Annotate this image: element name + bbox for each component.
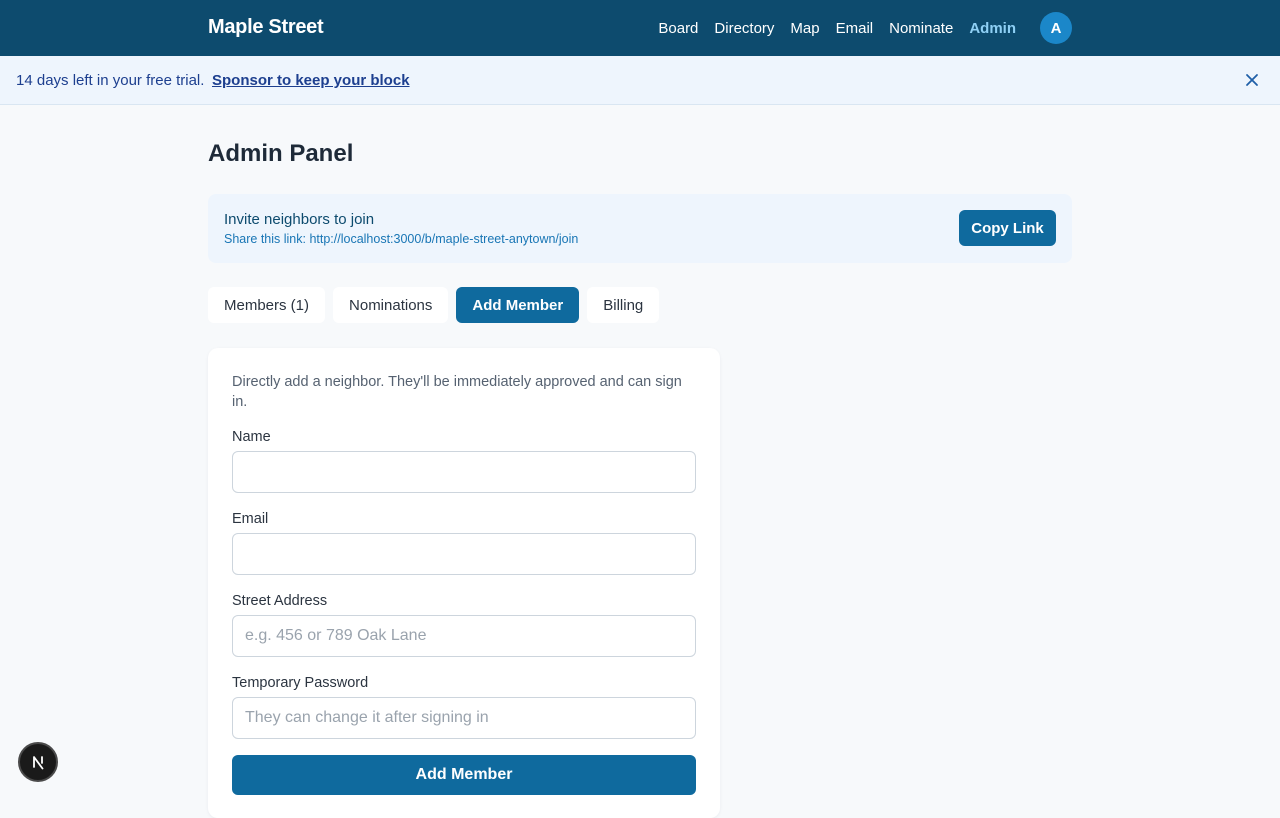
page-title: Admin Panel bbox=[208, 140, 354, 167]
nav-nominate[interactable]: Nominate bbox=[889, 20, 953, 37]
temp-password-field[interactable] bbox=[232, 697, 696, 739]
nextjs-logo-icon[interactable] bbox=[18, 742, 58, 782]
trial-message: 14 days left in your free trial. bbox=[16, 72, 205, 89]
brand-logo[interactable]: Maple Street bbox=[208, 16, 324, 39]
nav-board[interactable]: Board bbox=[658, 20, 698, 37]
invite-title: Invite neighbors to join bbox=[224, 211, 375, 228]
add-member-form: Directly add a neighbor. They'll be imme… bbox=[208, 348, 720, 818]
street-address-field[interactable] bbox=[232, 615, 696, 657]
user-avatar[interactable]: A bbox=[1040, 12, 1072, 44]
name-label: Name bbox=[232, 429, 271, 445]
temp-password-label: Temporary Password bbox=[232, 675, 369, 691]
nav-admin[interactable]: Admin bbox=[969, 20, 1016, 37]
street-address-label: Street Address bbox=[232, 593, 328, 609]
tab-add-member[interactable]: Add Member bbox=[456, 287, 580, 323]
top-navbar: Maple Street Board Directory Map Email N… bbox=[0, 0, 1280, 56]
add-member-submit-button[interactable]: Add Member bbox=[232, 755, 696, 795]
email-field[interactable] bbox=[232, 533, 696, 575]
invite-share-link: Share this link: http://localhost:3000/b… bbox=[224, 232, 579, 246]
tab-members[interactable]: Members (1) bbox=[208, 287, 326, 323]
email-label: Email bbox=[232, 511, 269, 527]
sponsor-link[interactable]: Sponsor to keep your block bbox=[212, 72, 410, 89]
copy-link-button[interactable]: Copy Link bbox=[959, 210, 1056, 246]
trial-banner: 14 days left in your free trial. Sponsor… bbox=[0, 56, 1280, 105]
form-description: Directly add a neighbor. They'll be imme… bbox=[232, 374, 682, 410]
nav-map[interactable]: Map bbox=[790, 20, 819, 37]
tab-nominations[interactable]: Nominations bbox=[333, 287, 449, 323]
tab-billing[interactable]: Billing bbox=[587, 287, 660, 323]
invite-panel: Invite neighbors to join Share this link… bbox=[208, 194, 1072, 263]
close-icon[interactable] bbox=[1242, 70, 1262, 90]
main-nav: Board Directory Map Email Nominate Admin bbox=[658, 0, 1016, 56]
name-field[interactable] bbox=[232, 451, 696, 493]
nav-directory[interactable]: Directory bbox=[714, 20, 774, 37]
nav-email[interactable]: Email bbox=[836, 20, 874, 37]
admin-tabs: Members (1) Nominations Add Member Billi… bbox=[208, 287, 660, 323]
